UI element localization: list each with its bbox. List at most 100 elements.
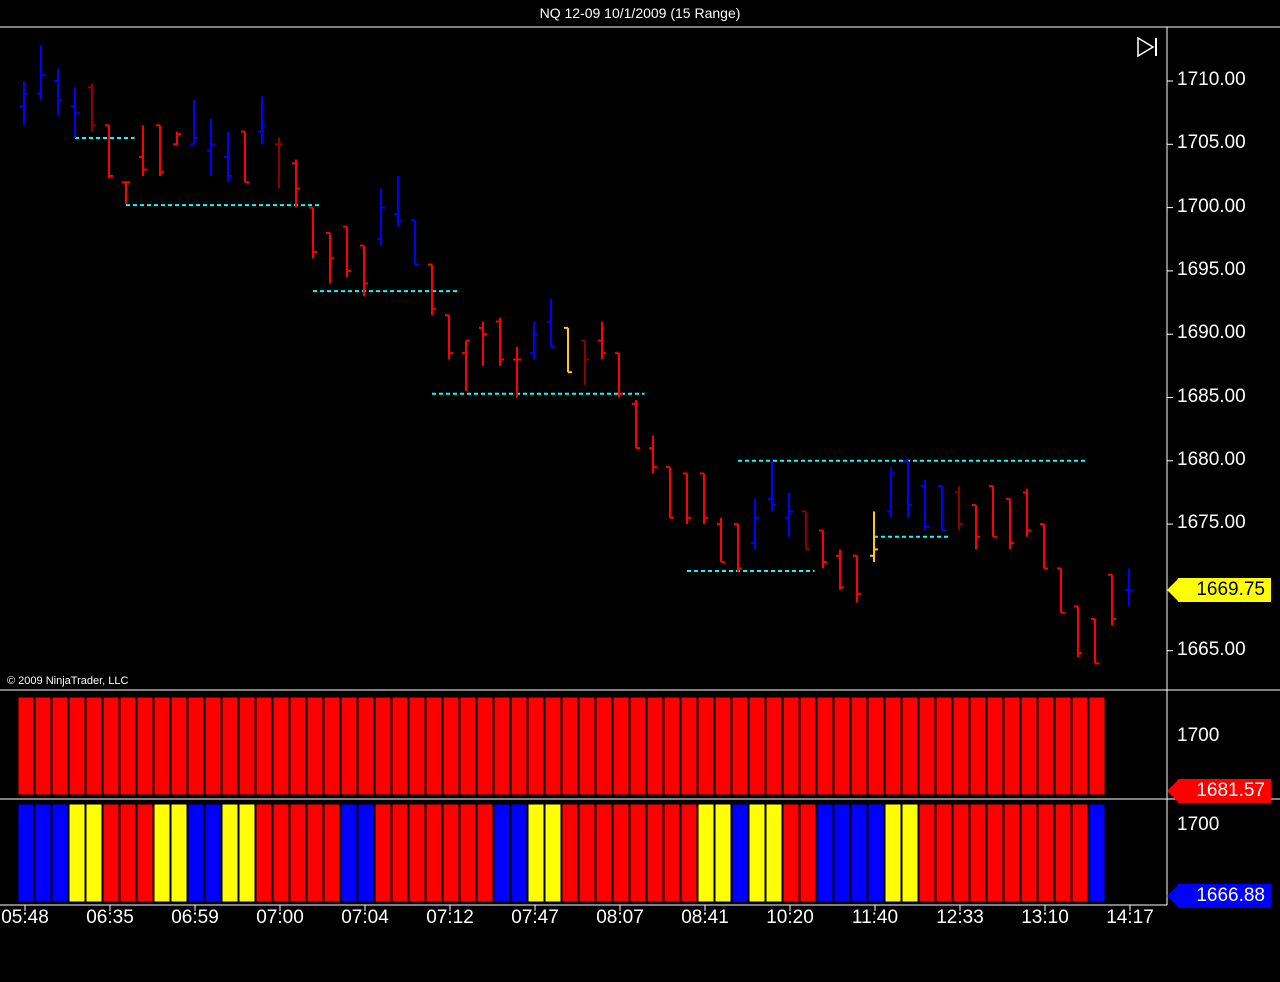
price-label: 1690.00 (1177, 322, 1246, 344)
panel-bar (1037, 803, 1055, 903)
panel-bar (595, 696, 613, 796)
ohlc-bar (632, 400, 640, 450)
ohlc-bar (122, 181, 130, 204)
panel2-badge-arrow (1167, 884, 1179, 908)
panel-bar (1003, 696, 1021, 796)
panel-bar (952, 696, 970, 796)
panel-bar (748, 803, 766, 903)
panel-bar (782, 803, 800, 903)
panel-bar (1088, 803, 1106, 903)
panel-bar (833, 696, 851, 796)
panel-bar (374, 803, 392, 903)
chart-canvas[interactable] (0, 0, 1280, 982)
panel-bar (697, 803, 715, 903)
ohlc-bar (683, 472, 691, 525)
panel-bar (102, 803, 120, 903)
panel-bar (34, 803, 52, 903)
panel-bar (731, 803, 749, 903)
ohlc-bar (513, 346, 521, 398)
time-label: 08:07 (596, 907, 644, 928)
ohlc-bar (700, 472, 708, 525)
price-label: 1665.00 (1177, 638, 1246, 660)
panel-bar (1020, 696, 1038, 796)
ohlc-bar (547, 298, 555, 348)
panel-bar (663, 803, 681, 903)
ohlc-bar (581, 339, 589, 385)
ohlc-bar (1125, 568, 1133, 607)
panel-bar (714, 696, 732, 796)
ohlc-bar (309, 206, 317, 259)
price-label: 1680.00 (1177, 448, 1246, 470)
panel-bar (289, 803, 307, 903)
panel-bar (901, 803, 919, 903)
panel-bar (68, 803, 86, 903)
ohlc-bar (1023, 488, 1031, 537)
panel-bar (850, 803, 868, 903)
panel-bar (204, 803, 222, 903)
panel-bar (714, 803, 732, 903)
price-label: 1710.00 (1177, 69, 1246, 90)
panel-bar (561, 803, 579, 903)
panel-bar (833, 803, 851, 903)
panel-bar (357, 696, 375, 796)
time-label: 07:12 (426, 907, 474, 928)
panel-bar (918, 696, 936, 796)
panel-bar (51, 803, 69, 903)
panel-bar (544, 696, 562, 796)
panel-bar (986, 803, 1004, 903)
price-label: 1685.00 (1177, 385, 1246, 407)
panel-bar (952, 803, 970, 903)
panel-bar (697, 696, 715, 796)
panel-bar (765, 803, 783, 903)
ohlc-bar (326, 231, 334, 284)
panel1-axis-label: 1700 (1177, 725, 1220, 746)
panel-bar (493, 696, 511, 796)
ohlc-bar (428, 263, 436, 316)
time-label: 12:33 (936, 907, 984, 928)
price-label: 1705.00 (1177, 132, 1246, 154)
panel-bar (323, 696, 341, 796)
ohlc-bar (20, 81, 28, 126)
panel-bar (629, 696, 647, 796)
copyright-text: © 2009 NinjaTrader, LLC (7, 675, 129, 687)
panel-bar (612, 803, 630, 903)
panel-bar (102, 696, 120, 796)
time-label: 11:40 (851, 907, 899, 928)
panel-bar (1054, 803, 1072, 903)
panel-bar (578, 803, 596, 903)
panel-bar (425, 696, 443, 796)
panel-bar (918, 803, 936, 903)
scroll-to-end-icon[interactable] (1136, 36, 1160, 58)
panel-bar (561, 696, 579, 796)
panel-bar (85, 696, 103, 796)
panel-bar (459, 803, 477, 903)
ohlc-bar (904, 459, 912, 518)
panel-bar (323, 803, 341, 903)
panel-bar (357, 803, 375, 903)
panel-bar (1037, 696, 1055, 796)
indicator-panel-1 (17, 696, 1106, 796)
ohlc-bar (462, 339, 470, 392)
indicator-panel-2 (17, 803, 1106, 903)
time-label: 10:20 (766, 907, 814, 928)
panel-bar (867, 696, 885, 796)
panel-bar (969, 696, 987, 796)
panel-bar (510, 803, 528, 903)
panel-bar (646, 803, 664, 903)
panel-bar (306, 803, 324, 903)
price-label: 1695.00 (1177, 258, 1246, 280)
ohlc-bar (190, 99, 198, 146)
ohlc-bar (173, 131, 181, 146)
panel-bar (1054, 696, 1072, 796)
ohlc-bar (1074, 605, 1082, 658)
panel-bar (425, 803, 443, 903)
ohlc-bar (360, 244, 368, 297)
panel-bar (578, 696, 596, 796)
panel2-axis-label: 1700 (1177, 814, 1220, 835)
ohlc-bar (938, 485, 946, 532)
ohlc-bar (615, 352, 623, 398)
ohlc-bar (564, 326, 572, 374)
current-price-badge: 1669.75 (1178, 578, 1271, 602)
ohlc-bars (20, 45, 1133, 665)
panel-bar (544, 803, 562, 903)
